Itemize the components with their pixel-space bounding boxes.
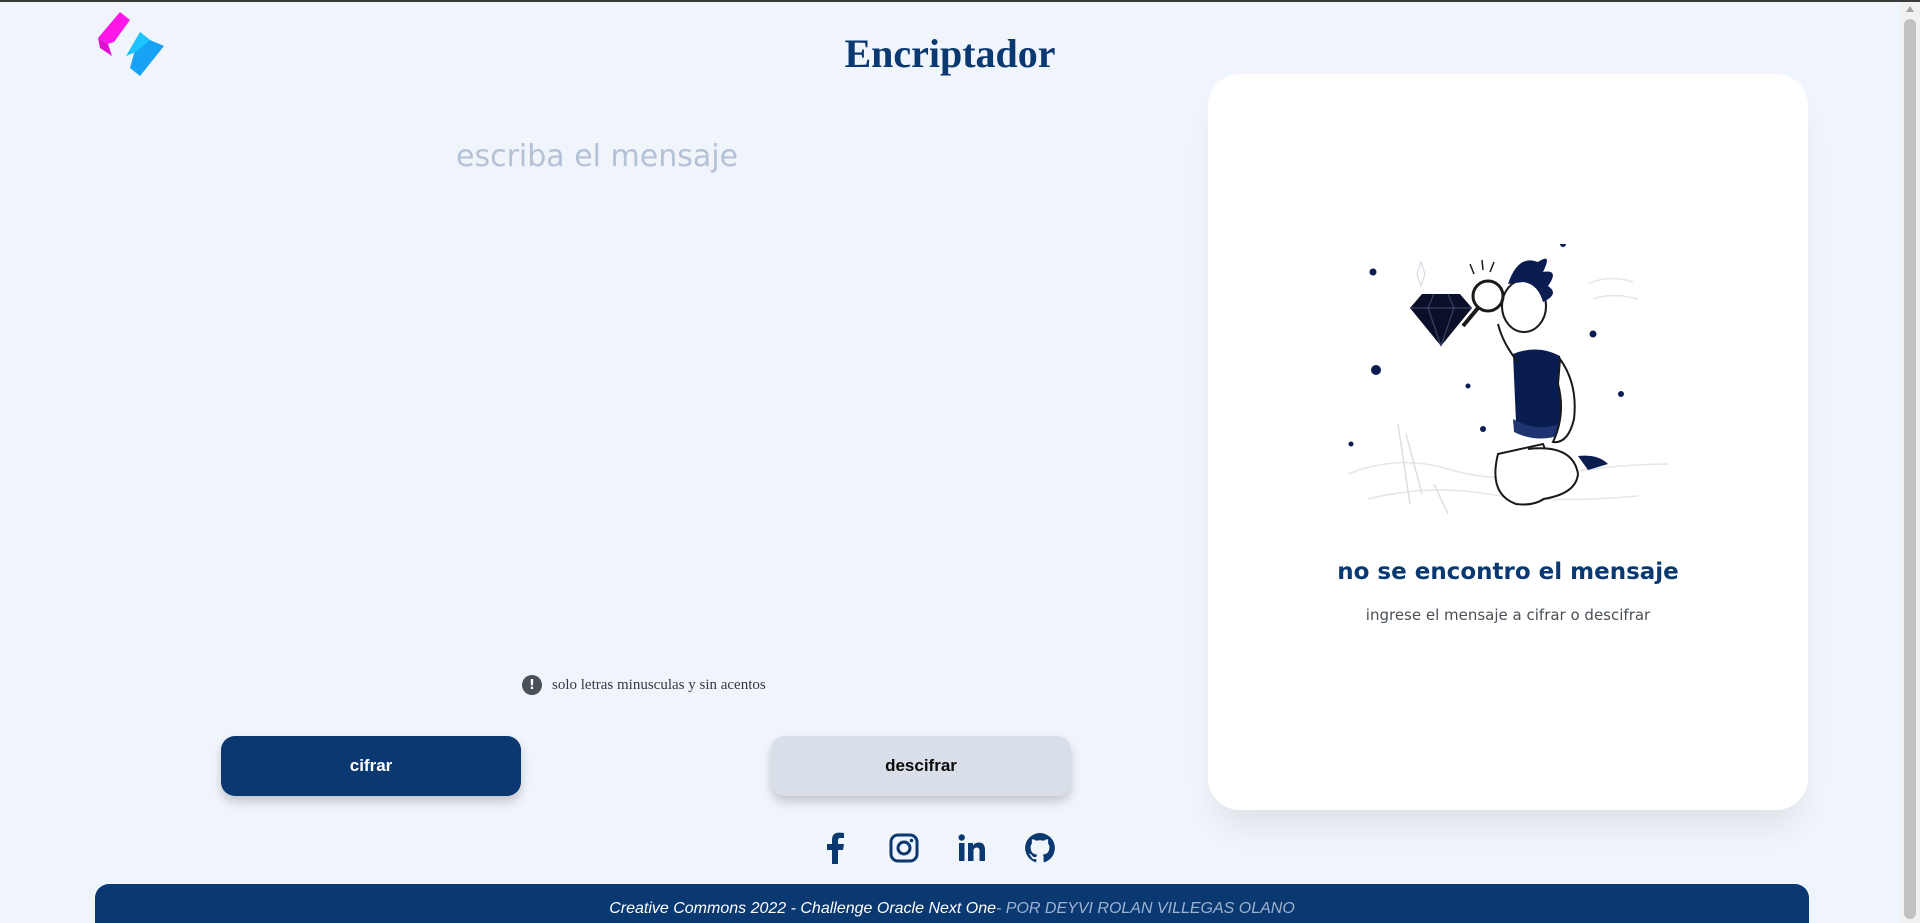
github-icon[interactable]: [1024, 832, 1056, 864]
footer-author: - POR DEYVI ROLAN VILLEGAS OLANO: [996, 900, 1295, 917]
scrollbar-thumb[interactable]: [1904, 19, 1916, 919]
instagram-icon[interactable]: [888, 832, 920, 864]
facebook-icon[interactable]: [820, 832, 852, 864]
exclamation-icon: !: [522, 675, 542, 695]
message-input[interactable]: [440, 127, 1080, 647]
scroll-up-arrow-icon[interactable]: [1906, 6, 1914, 12]
result-subtitle: ingrese el mensaje a cifrar o descifrar: [1365, 606, 1651, 624]
hint-text: solo letras minusculas y sin acentos: [552, 676, 766, 693]
decrypt-button[interactable]: descifrar: [771, 736, 1071, 796]
footer-credits: Creative Commons 2022 - Challenge Oracle…: [609, 900, 997, 917]
input-hint: ! solo letras minusculas y sin acentos: [522, 675, 766, 695]
encrypt-button[interactable]: cifrar: [221, 736, 521, 796]
linkedin-icon[interactable]: [956, 832, 988, 864]
person-inspecting-diamond-illustration: [1347, 244, 1669, 515]
social-links: [820, 832, 1056, 864]
footer: Creative Commons 2022 - Challenge Oracle…: [95, 884, 1809, 923]
result-panel: no se encontro el mensaje ingrese el men…: [1208, 74, 1808, 810]
vertical-scrollbar[interactable]: [1900, 2, 1920, 923]
result-title: no se encontro el mensaje: [1337, 559, 1679, 585]
page-title: Encriptador: [844, 31, 1056, 76]
